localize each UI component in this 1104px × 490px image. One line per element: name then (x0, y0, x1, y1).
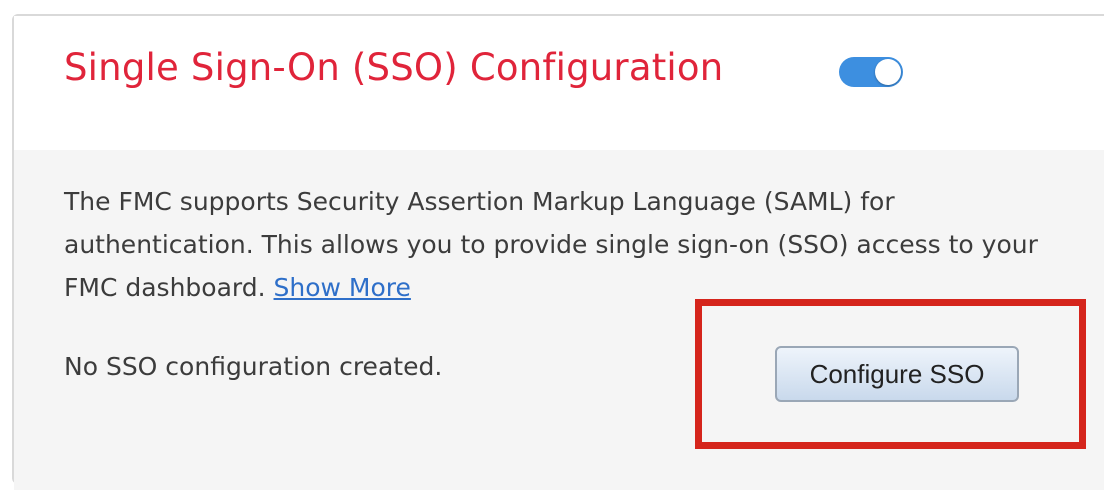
status-message: No SSO configuration created. (64, 352, 443, 381)
configure-sso-button[interactable]: Configure SSO (775, 346, 1019, 402)
description-body: The FMC supports Security Assertion Mark… (64, 187, 1038, 302)
panel-header: Single Sign-On (SSO) Configuration (14, 16, 1104, 150)
sso-config-panel: Single Sign-On (SSO) Configuration The F… (12, 14, 1104, 490)
toggle-knob (875, 59, 901, 85)
panel-body: The FMC supports Security Assertion Mark… (14, 150, 1104, 490)
sso-toggle-switch[interactable] (839, 57, 903, 87)
description-text: The FMC supports Security Assertion Mark… (64, 180, 1064, 309)
show-more-link[interactable]: Show More (274, 273, 411, 302)
page-title: Single Sign-On (SSO) Configuration (64, 46, 724, 89)
